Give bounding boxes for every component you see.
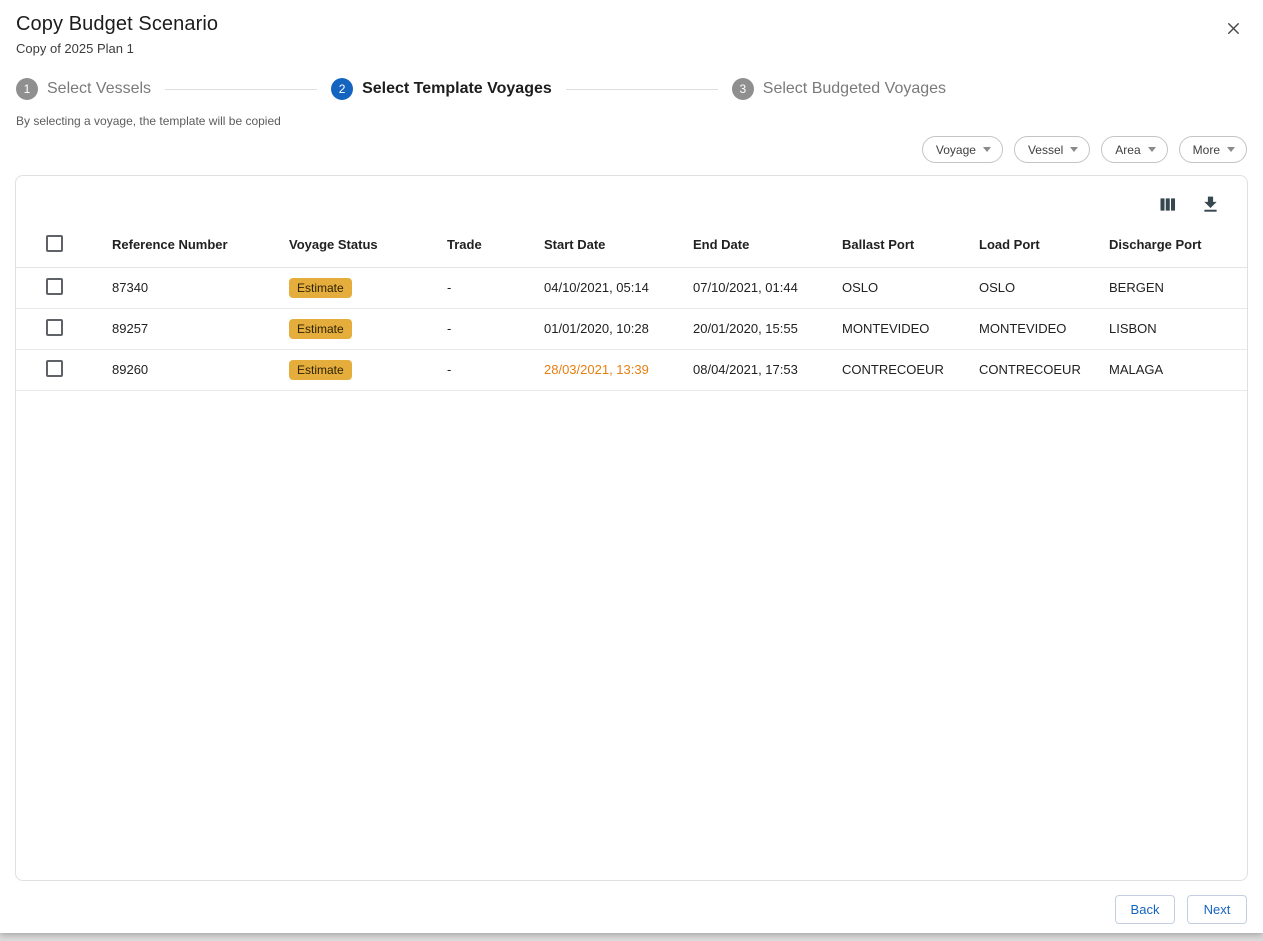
copy-budget-scenario-dialog: Copy Budget Scenario Copy of 2025 Plan 1…	[0, 0, 1263, 933]
filter-voyage-label: Voyage	[936, 143, 976, 157]
filter-area-label: Area	[1115, 143, 1140, 157]
cell-trade: -	[447, 308, 544, 349]
close-icon[interactable]	[1220, 15, 1247, 42]
row-checkbox[interactable]	[46, 360, 63, 377]
chevron-down-icon	[1070, 147, 1078, 152]
cell-trade: -	[447, 349, 544, 390]
cell-load-port: MONTEVIDEO	[979, 308, 1109, 349]
chevron-down-icon	[983, 147, 991, 152]
download-icon[interactable]	[1198, 192, 1223, 217]
col-load-port: Load Port	[979, 223, 1109, 267]
col-discharge-port: Discharge Port	[1109, 223, 1247, 267]
filter-more-label: More	[1193, 143, 1220, 157]
chevron-down-icon	[1227, 147, 1235, 152]
step-2-circle: 2	[331, 78, 353, 100]
status-badge: Estimate	[289, 360, 352, 380]
cell-end-date: 07/10/2021, 01:44	[693, 267, 842, 308]
stepper: 1 Select Vessels 2 Select Template Voyag…	[0, 78, 1263, 100]
col-ballast-port: Ballast Port	[842, 223, 979, 267]
back-button[interactable]: Back	[1115, 895, 1175, 924]
cell-discharge-port: MALAGA	[1109, 349, 1247, 390]
step-1-circle: 1	[16, 78, 38, 100]
filter-more[interactable]: More	[1179, 136, 1247, 163]
status-badge: Estimate	[289, 278, 352, 298]
cell-discharge-port: BERGEN	[1109, 267, 1247, 308]
cell-end-date: 20/01/2020, 15:55	[693, 308, 842, 349]
step-3-label: Select Budgeted Voyages	[763, 80, 946, 98]
cell-ballast-port: CONTRECOEUR	[842, 349, 979, 390]
step-select-budgeted-voyages[interactable]: 3 Select Budgeted Voyages	[732, 78, 946, 100]
col-end-date: End Date	[693, 223, 842, 267]
cell-reference-number: 89257	[112, 308, 289, 349]
cell-start-date: 28/03/2021, 13:39	[544, 349, 693, 390]
helper-text: By selecting a voyage, the template will…	[0, 114, 1263, 128]
row-checkbox[interactable]	[46, 278, 63, 295]
cell-end-date: 08/04/2021, 17:53	[693, 349, 842, 390]
filter-voyage[interactable]: Voyage	[922, 136, 1003, 163]
columns-icon[interactable]	[1155, 192, 1180, 217]
col-trade: Trade	[447, 223, 544, 267]
voyages-table-card: Reference Number Voyage Status Trade Sta…	[15, 175, 1248, 881]
cell-ballast-port: OSLO	[842, 267, 979, 308]
filter-bar: Voyage Vessel Area More	[0, 136, 1263, 163]
dialog-footer: Back Next	[0, 881, 1263, 924]
table-row[interactable]: 89260 Estimate - 28/03/2021, 13:39 08/04…	[16, 349, 1247, 390]
voyages-table: Reference Number Voyage Status Trade Sta…	[16, 223, 1247, 391]
step-select-template-voyages[interactable]: 2 Select Template Voyages	[331, 78, 552, 100]
col-start-date: Start Date	[544, 223, 693, 267]
table-toolbar	[16, 176, 1247, 223]
table-header-row: Reference Number Voyage Status Trade Sta…	[16, 223, 1247, 267]
cell-trade: -	[447, 267, 544, 308]
cell-ballast-port: MONTEVIDEO	[842, 308, 979, 349]
filter-area[interactable]: Area	[1101, 136, 1167, 163]
dialog-header: Copy Budget Scenario Copy of 2025 Plan 1	[0, 0, 1263, 56]
step-3-circle: 3	[732, 78, 754, 100]
chevron-down-icon	[1148, 147, 1156, 152]
filter-vessel-label: Vessel	[1028, 143, 1063, 157]
page-title: Copy Budget Scenario	[16, 13, 218, 36]
row-checkbox[interactable]	[46, 319, 63, 336]
cell-reference-number: 89260	[112, 349, 289, 390]
step-select-vessels[interactable]: 1 Select Vessels	[16, 78, 151, 100]
step-1-label: Select Vessels	[47, 80, 151, 98]
select-all-checkbox[interactable]	[46, 235, 63, 252]
cell-discharge-port: LISBON	[1109, 308, 1247, 349]
col-voyage-status: Voyage Status	[289, 223, 447, 267]
cell-reference-number: 87340	[112, 267, 289, 308]
table-row[interactable]: 89257 Estimate - 01/01/2020, 10:28 20/01…	[16, 308, 1247, 349]
col-reference-number: Reference Number	[112, 223, 289, 267]
status-badge: Estimate	[289, 319, 352, 339]
cell-start-date: 01/01/2020, 10:28	[544, 308, 693, 349]
cell-load-port: CONTRECOEUR	[979, 349, 1109, 390]
step-connector	[566, 89, 718, 90]
dialog-title-block: Copy Budget Scenario Copy of 2025 Plan 1	[16, 13, 218, 56]
page-subtitle: Copy of 2025 Plan 1	[16, 41, 218, 56]
table-row[interactable]: 87340 Estimate - 04/10/2021, 05:14 07/10…	[16, 267, 1247, 308]
step-connector	[165, 89, 317, 90]
cell-load-port: OSLO	[979, 267, 1109, 308]
step-2-label: Select Template Voyages	[362, 80, 552, 98]
cell-start-date: 04/10/2021, 05:14	[544, 267, 693, 308]
next-button[interactable]: Next	[1187, 895, 1247, 924]
filter-vessel[interactable]: Vessel	[1014, 136, 1090, 163]
